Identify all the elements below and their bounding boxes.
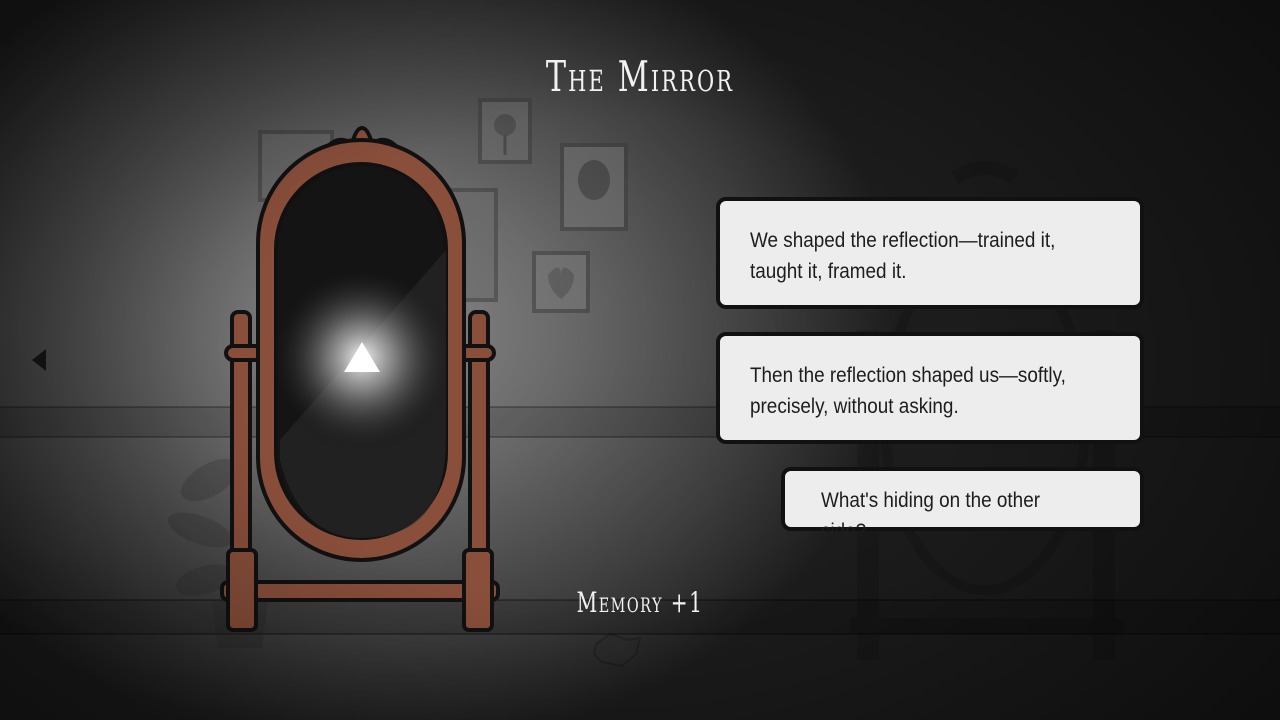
dialog-choice-text: What's hiding on the other side? [821, 489, 1040, 543]
memory-gain-label: Memory +1 [576, 586, 704, 619]
crumpled-paper [592, 632, 642, 668]
dialog-line-1-text: We shaped the reflection—trained it, tau… [750, 229, 1056, 283]
back-arrow-icon[interactable] [32, 349, 46, 371]
scene-title: The Mirror [545, 52, 735, 101]
dialog-line-1: We shaped the reflection—trained it, tau… [716, 197, 1144, 309]
dialog-choice-button[interactable]: What's hiding on the other side? [781, 467, 1144, 543]
dialog-line-2-text: Then the reflection shaped us—softly, pr… [750, 364, 1066, 418]
standing-mirror[interactable] [220, 126, 500, 632]
dialog-line-2: Then the reflection shaped us—softly, pr… [716, 332, 1144, 444]
